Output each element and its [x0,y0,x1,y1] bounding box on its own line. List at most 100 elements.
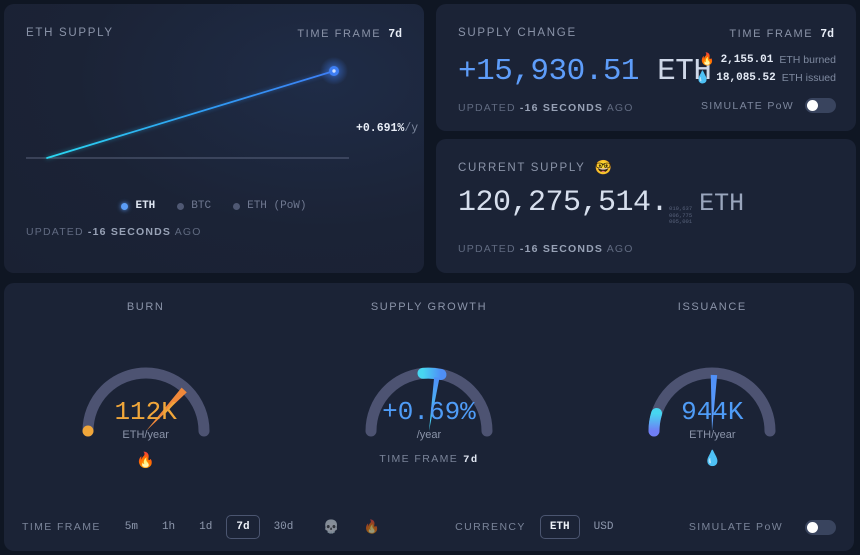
gauge-title: SUPPLY GROWTH [371,301,487,313]
burned-unit: ETH burned [779,54,836,66]
gauge-title: ISSUANCE [678,301,747,313]
droplet-icon: 💧 [632,449,792,467]
supply-change-sign: + [458,54,476,89]
gauge-issuance-dial: 944K ETH/year 💧 [632,321,792,454]
chart-endpoint-label: +0.691%/y [356,122,418,135]
simulate-pow-label: SIMULATE PoW [701,100,794,112]
updated-prefix: UPDATED [458,102,520,114]
nerd-face-icon: 🤓 [595,159,612,176]
chart-line [47,71,334,158]
bottom-toolbar: TIME FRAME 5m 1h 1d 7d 30d 💀 🔥 CURRENCY … [4,507,854,551]
currency-option-eth[interactable]: ETH [540,515,580,539]
issued-amount: 18,085.52 [716,72,775,84]
time-frame-option-1h[interactable]: 1h [152,515,185,539]
time-frame-value: 7d [388,28,402,41]
gauge-supply-growth-dial: +0.69% /year TIME FRAME7d [349,321,509,454]
legend-label: BTC [191,200,211,212]
legend-label: ETH [135,200,155,212]
currency-option-usd[interactable]: USD [584,515,624,539]
issued-unit: ETH issued [782,72,836,84]
fire-icon: 🔥 [66,451,226,469]
time-frame-label: TIME FRAME [379,453,458,465]
gauge-supply-growth: SUPPLY GROWTH [287,283,570,507]
time-frame-option-5m[interactable]: 5m [115,515,148,539]
droplet-icon: 💧 [695,70,710,85]
fraction-line: 005,001 [669,219,692,226]
gauges-card: BURN 112K ETH/year 🔥 [4,283,854,551]
updated-prefix: UPDATED [458,243,520,255]
eth-supply-time-frame[interactable]: TIME FRAME 7d [297,24,402,42]
eth-supply-cell: ETH SUPPLY TIME FRAME 7d [0,0,430,278]
gauge-time-frame[interactable]: TIME FRAME 7d [349,453,509,466]
gauge-unit: ETH/year [632,429,792,441]
toggle-knob [807,100,818,111]
supply-change-header: SUPPLY CHANGE TIME FRAME7d [436,4,856,42]
legend-dot-icon [177,203,184,210]
supply-change-stats: 🔥 2,155.01 ETH burned 💧 18,085.52 ETH is… [695,52,836,88]
time-frame-value: 7d [463,454,478,466]
current-supply-title: CURRENT SUPPLY [458,162,586,174]
eth-supply-updated: UPDATED -16 SECONDS AGO [4,226,224,238]
time-frame-option-1d[interactable]: 1d [189,515,222,539]
gauge-value: +0.69% [349,397,509,427]
fire-icon: 🔥 [700,52,715,67]
chart-endpoint-unit: /y [404,122,418,135]
updated-suffix: AGO [603,243,633,255]
burned-amount: 2,155.01 [721,54,774,66]
currency-group: CURRENCY ETH USD [455,515,623,539]
currency-label: CURRENCY [455,521,526,533]
updated-time: -16 SECONDS [88,226,171,238]
legend-item-btc[interactable]: BTC [177,200,211,212]
page-title: ETH SUPPLY [26,27,114,39]
eth-supply-chart[interactable]: +0.691%/y [4,48,424,178]
gauge-burn-dial: 112K ETH/year 🔥 [66,321,226,454]
gauge-unit: /year [349,429,509,441]
gauge-value: 112K [66,397,226,427]
toggle-knob [807,522,818,533]
skull-emoji-button[interactable]: 💀 [313,514,349,541]
endpoint-center [332,69,335,72]
gauge-burn: BURN 112K ETH/year 🔥 [4,283,287,507]
simulate-pow-toggle[interactable] [805,520,836,535]
supply-change-time-frame[interactable]: TIME FRAME7d [729,24,834,42]
updated-time: -16 SECONDS [520,243,603,255]
legend-dot-icon [121,203,128,210]
gauges-row: BURN 112K ETH/year 🔥 [4,283,854,507]
eth-supply-card: ETH SUPPLY TIME FRAME 7d [4,4,424,273]
current-supply-card: CURRENT SUPPLY 🤓 120,275,514. 010,637 00… [436,139,856,273]
supply-change-card: SUPPLY CHANGE TIME FRAME7d +15,930.51 ET… [436,4,856,131]
eth-supply-header: ETH SUPPLY TIME FRAME 7d [4,4,424,42]
gauge-value: 944K [632,397,792,427]
simulate-pow-label: SIMULATE PoW [689,521,783,533]
fire-emoji-button[interactable]: 🔥 [354,514,390,541]
legend-label: ETH (PoW) [247,200,306,212]
dashboard-grid: ETH SUPPLY TIME FRAME 7d [0,0,860,555]
updated-time: -16 SECONDS [520,102,603,114]
legend-item-eth-pow[interactable]: ETH (PoW) [233,200,306,212]
simulate-pow-control-top[interactable]: SIMULATE PoW [701,98,836,113]
current-supply-updated: UPDATED -16 SECONDS AGO [436,243,656,255]
supply-change-title: SUPPLY CHANGE [458,27,577,39]
updated-suffix: AGO [171,226,201,238]
burned-stat-row: 🔥 2,155.01 ETH burned [695,52,836,67]
time-frame-value: 7d [820,28,834,41]
issued-stat-row: 💧 18,085.52 ETH issued [695,70,836,85]
current-supply-fraction-digits: 010,637 006,775 005,001 [669,206,692,226]
simulate-pow-toggle[interactable] [805,98,836,113]
right-column: SUPPLY CHANGE TIME FRAME7d +15,930.51 ET… [430,0,860,278]
time-frame-option-7d[interactable]: 7d [226,515,259,539]
current-supply-main-digits: 120,275,514. [458,186,668,220]
gauge-title: BURN [127,301,165,313]
gauge-progress [423,373,441,374]
time-frame-option-30d[interactable]: 30d [264,515,304,539]
gauge-issuance: ISSUANCE [571,283,854,507]
current-supply-unit: ETH [699,189,744,218]
time-frame-label: TIME FRAME [297,28,381,40]
legend-dot-icon [233,203,240,210]
updated-suffix: AGO [603,102,633,114]
supply-line-chart-svg [4,48,424,178]
updated-prefix: UPDATED [26,226,88,238]
supply-change-number: 15,930.51 [476,54,639,89]
legend-item-eth[interactable]: ETH [121,200,155,212]
simulate-pow-control-bottom[interactable]: SIMULATE PoW [689,520,836,535]
